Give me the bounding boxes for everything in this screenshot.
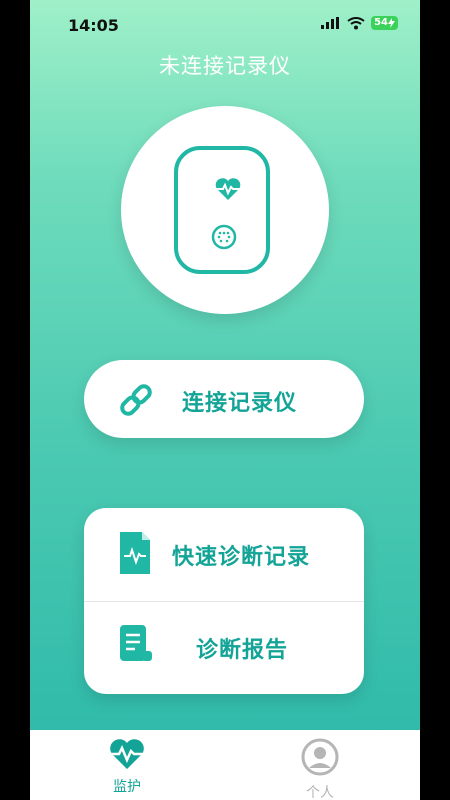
status-icons: 54 bbox=[321, 16, 398, 30]
sensor-dial-icon bbox=[211, 224, 237, 250]
connect-recorder-button[interactable]: 连接记录仪 bbox=[84, 360, 364, 438]
diagnosis-report-item[interactable]: 诊断报告 bbox=[84, 601, 364, 694]
quick-diagnosis-record-item[interactable]: 快速诊断记录 bbox=[84, 508, 364, 601]
tab-monitor[interactable]: 监护 bbox=[82, 738, 172, 796]
ecg-document-icon bbox=[120, 532, 150, 574]
diagnosis-report-label: 诊断报告 bbox=[196, 638, 289, 663]
report-icon bbox=[120, 625, 152, 661]
signal-icon bbox=[321, 17, 340, 29]
charging-bolt-icon bbox=[388, 18, 395, 28]
page-title: 未连接记录仪 bbox=[159, 54, 291, 78]
quick-diagnosis-record-label: 快速诊断记录 bbox=[172, 545, 311, 570]
battery-level: 54 bbox=[374, 17, 388, 28]
tab-profile[interactable]: 个人 bbox=[275, 738, 365, 800]
profile-icon bbox=[301, 738, 339, 776]
link-icon bbox=[120, 384, 152, 416]
heart-pulse-icon bbox=[215, 178, 241, 200]
app-screen: 14:05 54 未连接记录仪 连接记录仪 快速诊断记录 诊断报告 监护 个人 bbox=[30, 0, 420, 800]
tab-monitor-label: 监护 bbox=[113, 779, 141, 795]
heartbeat-icon bbox=[109, 739, 145, 769]
status-bar: 14:05 54 bbox=[30, 0, 420, 48]
menu-card: 快速诊断记录 诊断报告 bbox=[84, 508, 364, 694]
tab-profile-label: 个人 bbox=[306, 785, 334, 800]
bottom-tab-bar: 监护 个人 bbox=[30, 730, 420, 800]
device-status-circle bbox=[121, 106, 329, 314]
connect-recorder-label: 连接记录仪 bbox=[182, 391, 298, 416]
recorder-device-icon bbox=[174, 146, 270, 274]
status-time: 14:05 bbox=[68, 16, 119, 35]
wifi-icon bbox=[347, 16, 365, 29]
battery-indicator: 54 bbox=[371, 16, 398, 30]
phone-frame: 14:05 54 未连接记录仪 连接记录仪 快速诊断记录 诊断报告 监护 个人 bbox=[0, 0, 450, 800]
